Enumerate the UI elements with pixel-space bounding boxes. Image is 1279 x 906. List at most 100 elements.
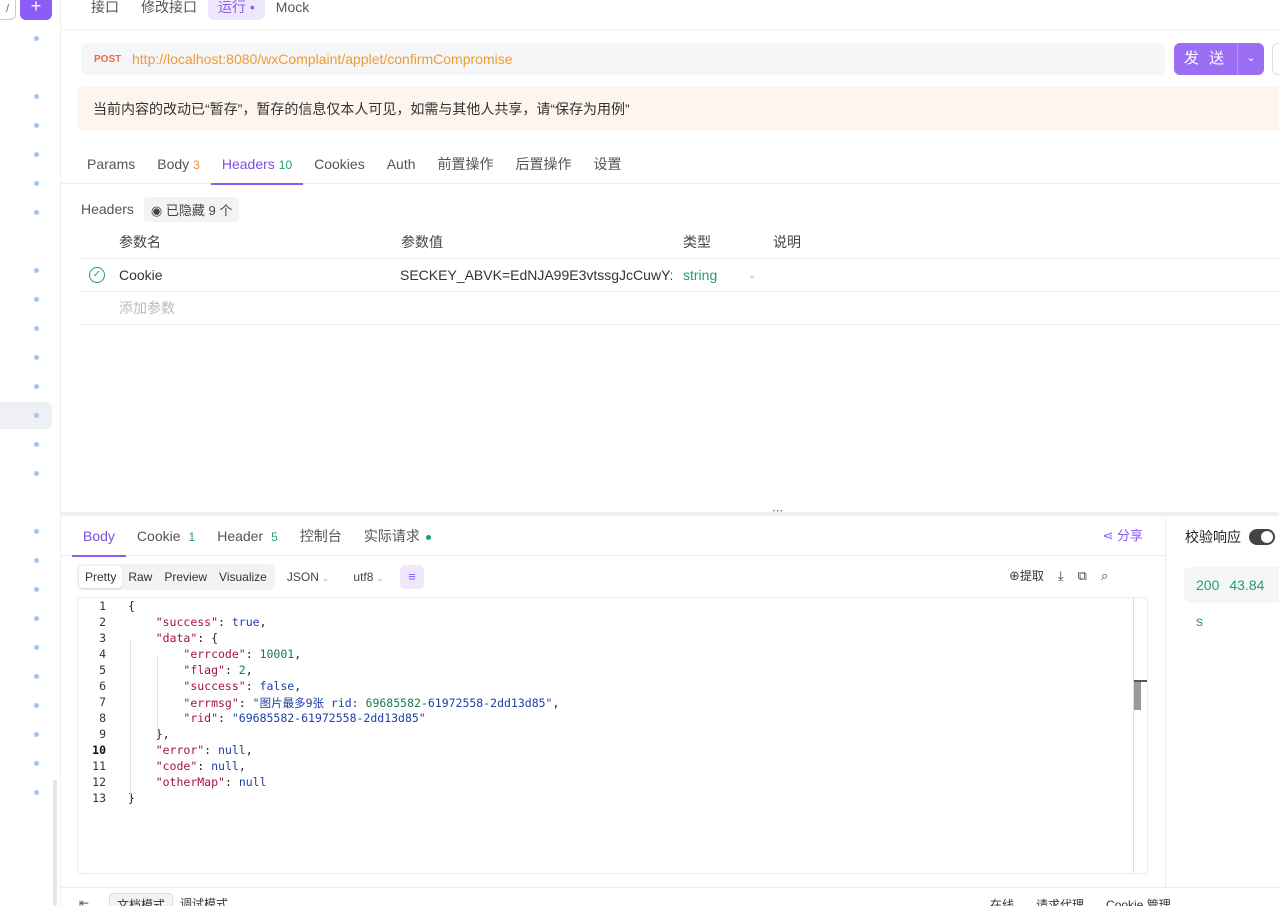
- tab-console[interactable]: 控制台: [289, 517, 353, 556]
- rail-dot[interactable]: [34, 36, 39, 41]
- doc-mode-button[interactable]: 文档模式: [109, 893, 174, 906]
- rail-dot[interactable]: [34, 384, 39, 389]
- view-preview[interactable]: Preview: [158, 566, 213, 588]
- tab-res-cookie[interactable]: Cookie 1: [126, 517, 206, 556]
- tab-actual-request[interactable]: 实际请求: [353, 517, 442, 556]
- scrollbar-thumb[interactable]: [1134, 680, 1147, 682]
- send-label[interactable]: 发 送: [1174, 43, 1237, 75]
- tab-api[interactable]: 接口: [80, 0, 130, 17]
- chevron-down-icon[interactable]: ⌄: [1237, 43, 1264, 75]
- pane-splitter[interactable]: ⋯: [61, 505, 1279, 517]
- tab-res-body[interactable]: Body: [72, 517, 126, 557]
- param-value[interactable]: SECKEY_ABVK=EdNJA99E3vtssgJcCuwYxgVN: [400, 259, 672, 292]
- rail-dot[interactable]: [34, 674, 39, 679]
- rail-dot[interactable]: [34, 645, 39, 650]
- rail-scrollbar[interactable]: [53, 780, 57, 906]
- url-input[interactable]: http://localhost:8080/wxComplaint/applet…: [132, 51, 513, 67]
- indent-guide: [130, 640, 131, 800]
- rail-dot[interactable]: [34, 326, 39, 331]
- extract-button[interactable]: ⊕提取: [1009, 567, 1044, 584]
- rail-dot[interactable]: [34, 413, 39, 418]
- rail-dot[interactable]: [34, 471, 39, 476]
- rail-dot[interactable]: [34, 761, 39, 766]
- line-number: 2: [99, 615, 106, 629]
- param-type[interactable]: string: [683, 259, 717, 292]
- view-pretty[interactable]: Pretty: [79, 566, 123, 588]
- encoding-select[interactable]: utf8 ⌄: [351, 566, 386, 588]
- tab-post-ops[interactable]: 后置操作: [505, 145, 583, 184]
- add-param-input[interactable]: 添加参数: [119, 292, 175, 325]
- rail-dot[interactable]: [34, 297, 39, 302]
- drag-handle-icon[interactable]: ⋯: [772, 504, 783, 517]
- rail-dot[interactable]: [34, 587, 39, 592]
- tab-res-header[interactable]: Header 5: [206, 517, 289, 556]
- code-line[interactable]: "otherMap": null: [128, 775, 267, 789]
- tab-params[interactable]: Params: [76, 145, 146, 184]
- rail-dot[interactable]: [34, 558, 39, 563]
- debug-mode-button[interactable]: 调试模式: [173, 893, 235, 906]
- download-icon[interactable]: ⤓: [1058, 568, 1064, 584]
- code-line[interactable]: "errcode": 10001,: [128, 647, 301, 661]
- tab-body[interactable]: Body 3: [146, 145, 211, 184]
- response-body-viewer[interactable]: 1 {2 "success": true, 3 "data": {4 "errcod…: [77, 597, 1148, 874]
- collapse-icon[interactable]: ⇤: [79, 896, 89, 906]
- send-button[interactable]: 发 送 ⌄: [1174, 43, 1264, 75]
- tab-headers[interactable]: Headers 10: [210, 145, 304, 185]
- tab-label: Params: [87, 156, 136, 172]
- rail-dot[interactable]: [34, 94, 39, 99]
- verify-toggle[interactable]: [1249, 529, 1275, 545]
- format-type-select[interactable]: JSON ⌄: [285, 566, 332, 588]
- tab-edit-api[interactable]: 修改接口: [130, 0, 208, 17]
- rail-dot[interactable]: [34, 442, 39, 447]
- edit-icon[interactable]: /: [0, 0, 16, 20]
- rail-dot[interactable]: [34, 616, 39, 621]
- code-line[interactable]: },: [128, 727, 170, 741]
- rail-dot[interactable]: [34, 355, 39, 360]
- rail-dot[interactable]: [34, 210, 39, 215]
- rail-dot[interactable]: [34, 123, 39, 128]
- request-proxy[interactable]: 请求代理: [1036, 896, 1084, 906]
- wrap-lines-icon[interactable]: ≡: [399, 565, 424, 589]
- code-line[interactable]: "error": null,: [128, 743, 253, 757]
- check-circle-icon[interactable]: ✓: [89, 267, 105, 283]
- search-icon[interactable]: ⌕: [1101, 568, 1108, 584]
- tab-settings[interactable]: 设置: [583, 145, 633, 184]
- rail-dot[interactable]: [34, 732, 39, 737]
- code-line[interactable]: "data": {: [128, 631, 218, 645]
- code-line[interactable]: {: [128, 599, 135, 613]
- rail-dot[interactable]: [34, 152, 39, 157]
- rail-dot[interactable]: [34, 181, 39, 186]
- add-button[interactable]: +: [20, 0, 52, 20]
- rail-dot[interactable]: [34, 529, 39, 534]
- method-select[interactable]: POST: [94, 54, 132, 65]
- copy-icon[interactable]: ⧉: [1078, 568, 1087, 584]
- tab-cookies[interactable]: Cookies: [303, 145, 376, 184]
- code-line[interactable]: "success": true,: [128, 615, 267, 629]
- online-status[interactable]: 在线: [990, 896, 1014, 906]
- save-button[interactable]: [1272, 43, 1279, 75]
- view-raw[interactable]: Raw: [122, 566, 158, 588]
- code-line[interactable]: "success": false,: [128, 679, 301, 693]
- hidden-headers-toggle[interactable]: ◉ 已隐藏 9 个: [143, 196, 240, 222]
- param-name[interactable]: Cookie: [119, 259, 163, 292]
- view-visualize[interactable]: Visualize: [213, 566, 273, 588]
- tab-run[interactable]: 运行 •: [208, 0, 265, 20]
- cookie-manager[interactable]: Cookie 管理: [1106, 896, 1171, 906]
- status-code: 200: [1196, 577, 1220, 593]
- rail-dot[interactable]: [34, 703, 39, 708]
- scrollbar-thumb[interactable]: [1134, 680, 1141, 710]
- tab-auth[interactable]: Auth: [376, 145, 427, 184]
- code-line[interactable]: "flag": 2,: [128, 663, 252, 677]
- rail-selected-item[interactable]: [0, 402, 52, 429]
- code-line[interactable]: "errmsg": "图片最多9张 rid: 69685582-61972558…: [128, 695, 559, 711]
- share-button[interactable]: ⋖ 分享: [1102, 517, 1143, 555]
- rail-dot[interactable]: [34, 790, 39, 795]
- tab-pre-ops[interactable]: 前置操作: [427, 145, 505, 184]
- chevron-down-icon[interactable]: ⌄: [748, 259, 756, 292]
- url-bar[interactable]: POST http://localhost:8080/wxComplaint/a…: [81, 43, 1165, 75]
- code-line[interactable]: "rid": "69685582-61972558-2dd13d85": [128, 711, 425, 725]
- scrollbar-track[interactable]: [1133, 598, 1134, 873]
- code-line[interactable]: "code": null,: [128, 759, 246, 773]
- tab-mock[interactable]: Mock: [265, 0, 320, 15]
- rail-dot[interactable]: [34, 268, 39, 273]
